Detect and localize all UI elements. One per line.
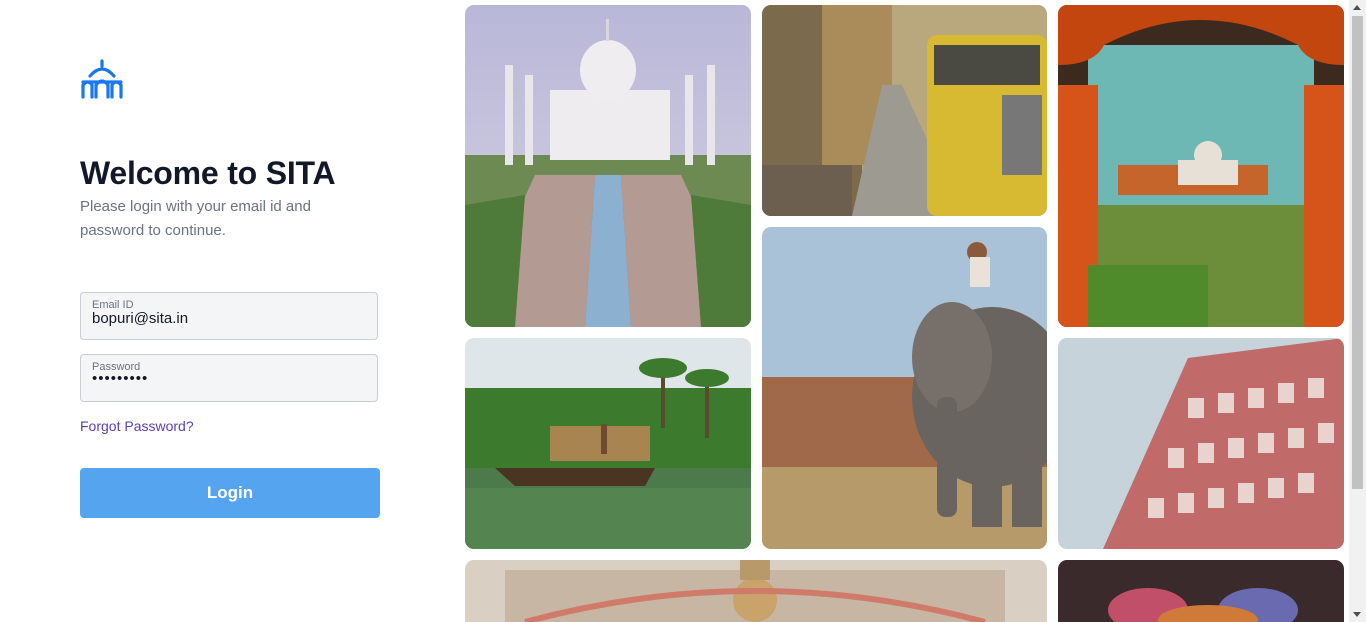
forgot-password-link[interactable]: Forgot Password? [80, 418, 194, 434]
taj-through-arch-image [1058, 5, 1344, 327]
email-field[interactable]: Email ID bopuri@sita.in [80, 292, 378, 340]
login-panel: Welcome to SITA Please login with your e… [0, 0, 460, 622]
page-scrollbar[interactable] [1349, 0, 1366, 622]
palace-dome-logo-icon [81, 59, 123, 99]
page-title: Welcome to SITA [80, 155, 336, 191]
taj-mahal-image [465, 5, 751, 327]
street-rickshaw-image [762, 5, 1047, 216]
scroll-up-arrow-icon[interactable] [1353, 5, 1361, 10]
holi-colors-image [1058, 560, 1344, 622]
email-input-value[interactable]: bopuri@sita.in [92, 310, 188, 327]
kerala-houseboat-image [465, 338, 751, 549]
password-field[interactable]: Password ••••••••• [80, 354, 378, 402]
scroll-down-arrow-icon[interactable] [1353, 612, 1361, 617]
login-instructions: Please login with your email id and pass… [80, 198, 311, 239]
scrollbar-thumb[interactable] [1352, 16, 1363, 489]
hawa-mahal-image [1058, 338, 1344, 549]
palace-ceiling-image [465, 560, 1047, 622]
password-input-value[interactable]: ••••••••• [92, 370, 148, 387]
elephant-rider-image [762, 227, 1047, 549]
login-button[interactable]: Login [80, 468, 380, 518]
